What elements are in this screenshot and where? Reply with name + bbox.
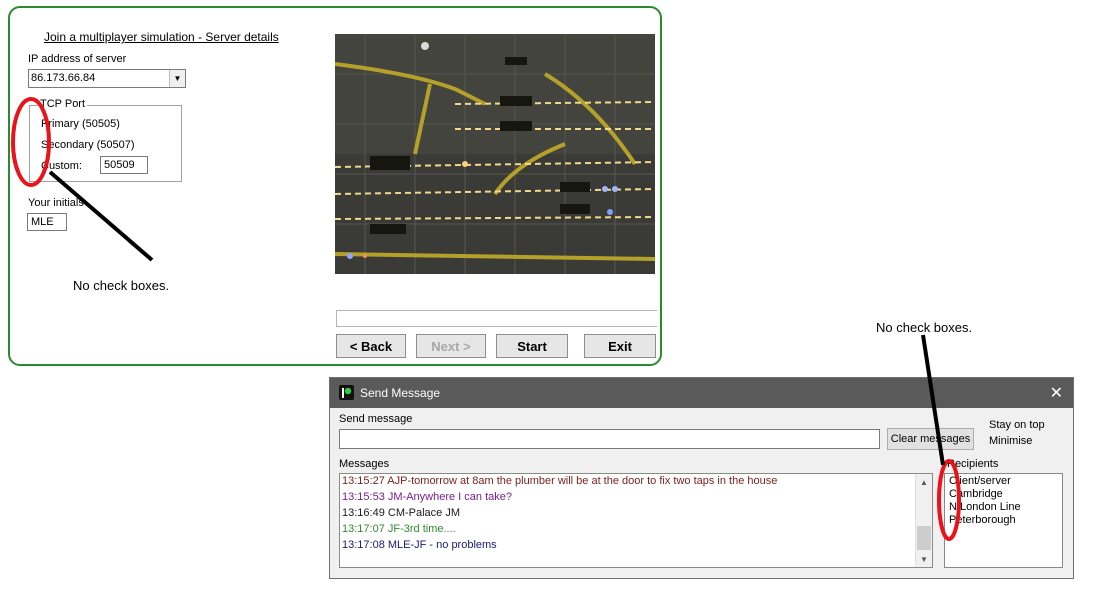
pointer-line xyxy=(48,170,154,262)
highlight-ellipse xyxy=(937,459,961,541)
pointer-line xyxy=(921,334,945,466)
highlight-ellipse xyxy=(11,97,51,187)
annotation-note: No check boxes. xyxy=(73,278,170,293)
annotation-note: No check boxes. xyxy=(876,320,973,335)
annotation-overlay xyxy=(11,97,961,541)
